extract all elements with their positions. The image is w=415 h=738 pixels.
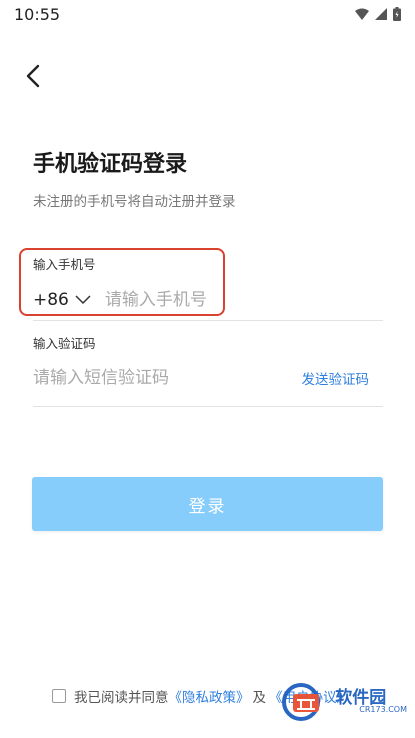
chevron-down-icon: [75, 295, 91, 305]
status-bar: 10:55: [0, 0, 415, 30]
phone-row: +86: [33, 284, 383, 316]
back-button[interactable]: [20, 62, 48, 90]
phone-divider: [33, 320, 383, 321]
code-input[interactable]: [33, 368, 273, 388]
signal-icon: [375, 8, 387, 20]
code-row: 发送验证码: [33, 361, 383, 395]
code-label: 输入验证码: [33, 336, 96, 351]
watermark-subtext: CR173.COM: [359, 705, 407, 714]
page-subtitle: 未注册的手机号将自动注册并登录: [33, 194, 236, 210]
phone-input[interactable]: [104, 290, 305, 310]
country-code-select[interactable]: +86: [33, 290, 91, 310]
agreement-prefix: 我已阅读并同意: [74, 690, 169, 706]
status-time: 10:55: [14, 5, 61, 24]
chevron-left-icon: [26, 64, 40, 88]
watermark: 软件园 CR173.COM: [277, 680, 407, 724]
login-button[interactable]: 登录: [32, 477, 383, 531]
country-code-value: +86: [33, 290, 69, 310]
agreement-and: 及: [252, 690, 267, 706]
status-icons: [355, 7, 401, 21]
watermark-logo-icon: [282, 683, 321, 721]
wifi-icon: [355, 8, 369, 20]
send-code-button[interactable]: 发送验证码: [302, 368, 370, 388]
page-title: 手机验证码登录: [33, 152, 188, 177]
phone-label: 输入手机号: [33, 257, 96, 272]
code-divider: [33, 406, 383, 407]
phone-field: 输入手机号 +86: [33, 254, 383, 321]
battery-icon: [393, 7, 401, 21]
agreement-checkbox[interactable]: [52, 689, 66, 703]
code-field: 输入验证码 发送验证码: [33, 333, 383, 407]
privacy-policy-link[interactable]: 《隐私政策》: [169, 686, 250, 706]
